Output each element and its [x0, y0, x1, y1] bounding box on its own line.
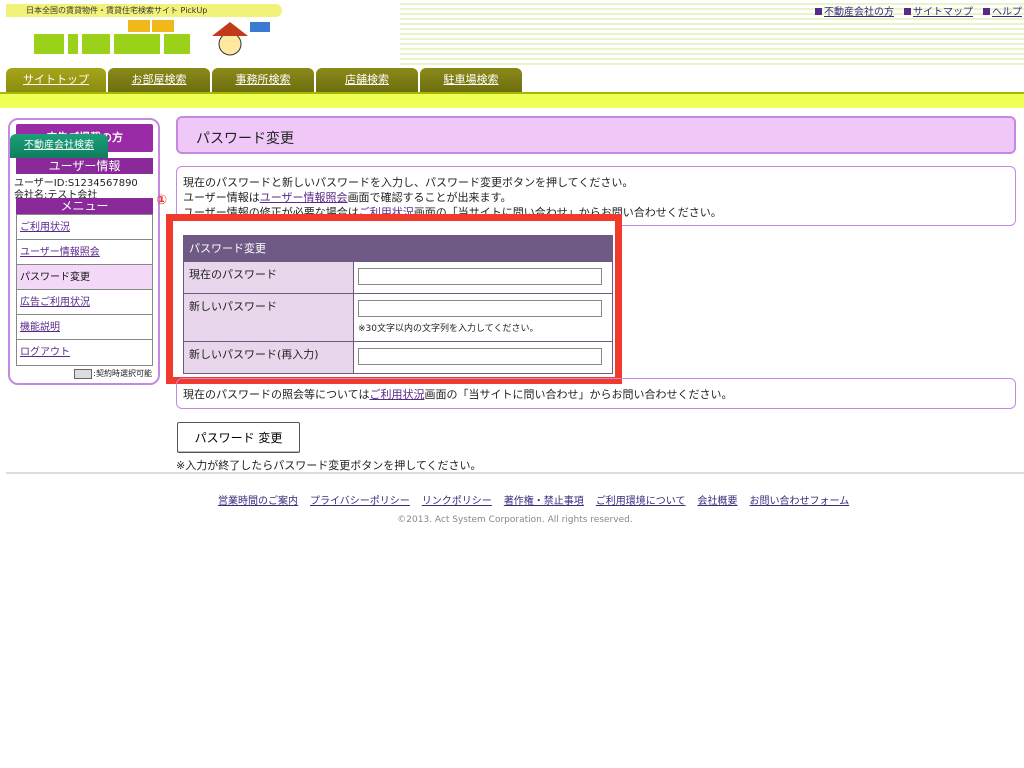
- sidebar-item-ad-usage-link[interactable]: 広告ご利用状況: [20, 297, 90, 308]
- password-inquiry-box: 現在のパスワードの照会等についてはご利用状況画面の「当サイトに問い合わせ」からお…: [176, 378, 1016, 409]
- footer-link-link-policy[interactable]: リンクポリシー: [422, 492, 492, 507]
- confirm-password-input[interactable]: [358, 348, 602, 365]
- change-password-button[interactable]: パスワード 変更: [177, 422, 300, 453]
- tab-store-search[interactable]: 店舗検索: [316, 68, 418, 92]
- new-password-input[interactable]: [358, 300, 602, 317]
- pickup-logo[interactable]: [34, 20, 284, 58]
- sidebar-item-password-change: パスワード変更: [17, 265, 152, 290]
- footer-link-privacy[interactable]: プライバシーポリシー: [310, 492, 410, 507]
- new-password-label: 新しいパスワード: [184, 294, 354, 341]
- nav-bar: [0, 92, 1024, 108]
- user-info-header: ユーザー情報: [16, 158, 153, 174]
- footer-link-company[interactable]: 会社概要: [698, 492, 738, 507]
- current-password-input[interactable]: [358, 268, 602, 285]
- sidebar-item-features[interactable]: 機能説明: [17, 315, 152, 340]
- legend-box-icon: [74, 368, 93, 379]
- page-title: パスワード変更: [196, 131, 294, 147]
- realestate-link[interactable]: 不動産会社の方: [824, 7, 894, 18]
- site-header: 日本全国の賃貸物件・賃貸住宅検索サイト PickUp 不動産会社の方 サイトマッ…: [0, 0, 1024, 66]
- sidebar-item-logout[interactable]: ログアウト: [17, 340, 152, 365]
- copyright: ©2013. Act System Corporation. All right…: [397, 515, 633, 525]
- form-header: パスワード変更: [184, 236, 612, 261]
- current-password-row: 現在のパスワード: [184, 261, 612, 293]
- page-title-box: パスワード変更: [176, 116, 1016, 154]
- contract-legend: :契約時選択可能: [74, 368, 152, 379]
- sidebar: 広告ご掲載の方 ユーザー情報 ユーザーID:S1234567890 会社名:テス…: [8, 118, 160, 385]
- legend-label: :契約時選択可能: [93, 369, 152, 378]
- instruction-line-1: 現在のパスワードと新しいパスワードを入力し、パスワード変更ボタンを押してください…: [183, 176, 634, 189]
- footer-divider: [6, 472, 1024, 474]
- sidebar-item-usage-link[interactable]: ご利用状況: [20, 222, 70, 233]
- sidebar-item-user-info[interactable]: ユーザー情報照会: [17, 240, 152, 265]
- sidebar-menu: ご利用状況 ユーザー情報照会 パスワード変更 広告ご利用状況 機能説明 ログアウ…: [16, 214, 153, 366]
- footer-link-hours[interactable]: 営業時間のご案内: [218, 492, 298, 507]
- current-password-label: 現在のパスワード: [184, 262, 354, 293]
- square-bullet-icon: [983, 8, 990, 15]
- inquiry-text: 現在のパスワードの照会等については: [183, 388, 370, 401]
- instruction-text: 画面で確認することが出来ます。: [347, 191, 512, 204]
- usage-status-link-2[interactable]: ご利用状況: [369, 388, 424, 401]
- tab-room-search[interactable]: お部屋検索: [108, 68, 210, 92]
- submit-note: ※入力が終了したらパスワード変更ボタンを押してください。: [176, 459, 482, 472]
- top-link-help[interactable]: ヘルプ: [983, 3, 1022, 18]
- confirm-password-label: 新しいパスワード(再入力): [184, 342, 354, 373]
- inquiry-text: 画面の「当サイトに問い合わせ」からお問い合わせください。: [424, 388, 733, 401]
- sidebar-item-user-info-link[interactable]: ユーザー情報照会: [20, 247, 100, 258]
- site-tagline: 日本全国の賃貸物件・賃貸住宅検索サイト PickUp: [6, 4, 282, 17]
- footer-link-copyright[interactable]: 著作権・禁止事項: [504, 492, 584, 507]
- tab-site-top[interactable]: サイトトップ: [6, 68, 106, 92]
- tab-parking-search[interactable]: 駐車場検索: [420, 68, 522, 92]
- sidebar-item-logout-link[interactable]: ログアウト: [20, 347, 70, 358]
- new-password-row: 新しいパスワード ※30文字以内の文字列を入力してください。: [184, 293, 612, 341]
- main-nav-tabs: サイトトップ お部屋検索 事務所検索 店舗検索 駐車場検索 不動産会社検索: [6, 68, 522, 158]
- tab-company-search[interactable]: 不動産会社検索: [10, 134, 108, 158]
- sidebar-item-usage[interactable]: ご利用状況: [17, 215, 152, 240]
- footer-links: 営業時間のご案内 プライバシーポリシー リンクポリシー 著作権・禁止事項 ご利用…: [218, 492, 849, 507]
- instruction-line-2: ユーザー情報はユーザー情報照会画面で確認することが出来ます。: [183, 190, 1009, 205]
- menu-header: メニュー: [16, 198, 153, 214]
- top-links: 不動産会社の方 サイトマップ ヘルプ: [815, 3, 1022, 18]
- sitemap-link[interactable]: サイトマップ: [913, 7, 973, 18]
- highlight-frame: パスワード変更 現在のパスワード 新しいパスワード ※30文字以内の文字列を入力…: [166, 214, 622, 384]
- square-bullet-icon: [815, 8, 822, 15]
- instruction-text: ユーザー情報は: [183, 191, 260, 204]
- sidebar-item-features-link[interactable]: 機能説明: [20, 322, 60, 333]
- footer-link-environment[interactable]: ご利用環境について: [596, 492, 686, 507]
- footer-link-contact[interactable]: お問い合わせフォーム: [750, 492, 850, 507]
- confirm-password-row: 新しいパスワード(再入力): [184, 341, 612, 373]
- top-link-sitemap[interactable]: サイトマップ: [904, 3, 973, 18]
- help-link[interactable]: ヘルプ: [992, 7, 1022, 18]
- new-password-note: ※30文字以内の文字列を入力してください。: [358, 324, 539, 334]
- top-link-realestate[interactable]: 不動産会社の方: [815, 3, 894, 18]
- annotation-marker: ①: [156, 193, 168, 208]
- square-bullet-icon: [904, 8, 911, 15]
- password-form: パスワード変更 現在のパスワード 新しいパスワード ※30文字以内の文字列を入力…: [183, 235, 613, 374]
- tab-office-search[interactable]: 事務所検索: [212, 68, 314, 92]
- sidebar-item-ad-usage[interactable]: 広告ご利用状況: [17, 290, 152, 315]
- user-info-link[interactable]: ユーザー情報照会: [260, 191, 348, 204]
